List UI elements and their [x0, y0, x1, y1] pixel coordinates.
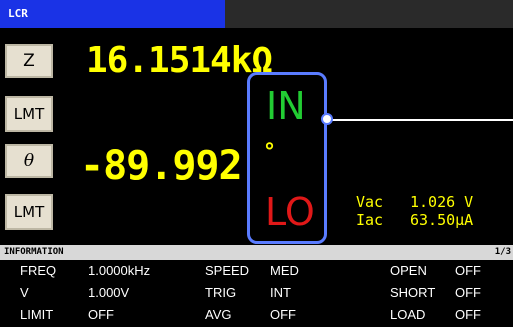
- param-z-button[interactable]: Z: [5, 44, 53, 78]
- information-page: 1/3: [494, 247, 511, 257]
- judgement-in: IN: [266, 84, 306, 128]
- info-short-label: SHORT: [390, 285, 436, 300]
- vac-value: 1.026 V: [410, 193, 474, 211]
- judgement-lo: LO: [265, 190, 315, 234]
- info-avg-label: AVG: [205, 307, 232, 322]
- info-v-label: V: [20, 285, 29, 300]
- screen-title: LCR: [0, 0, 225, 28]
- info-limit-value: OFF: [88, 307, 114, 322]
- info-limit-label: LIMIT: [20, 307, 54, 322]
- limit-1-button[interactable]: LMT: [5, 96, 53, 132]
- limit-2-button[interactable]: LMT: [5, 194, 53, 230]
- information-bar[interactable]: INFORMATION 1/3: [0, 245, 513, 260]
- info-avg-value: OFF: [270, 307, 296, 322]
- z-value: 16.1514kΩ: [86, 40, 273, 81]
- info-load-label: LOAD: [390, 307, 426, 322]
- info-load-value: OFF: [455, 307, 481, 322]
- theta-value: -89.992: [80, 143, 243, 189]
- degree-unit: °: [264, 140, 275, 165]
- information-label: INFORMATION: [4, 247, 64, 257]
- info-freq-value: 1.0000kHz: [88, 263, 151, 278]
- callout-dot: [321, 113, 333, 125]
- callout-line: [330, 119, 513, 121]
- title-bar: LCR: [0, 0, 513, 28]
- title-bar-fill: [225, 0, 513, 28]
- info-trig-value: INT: [270, 285, 291, 300]
- info-open-label: OPEN: [390, 263, 427, 278]
- info-v-value: 1.000V: [88, 285, 130, 300]
- info-trig-label: TRIG: [205, 285, 237, 300]
- info-speed-label: SPEED: [205, 263, 250, 278]
- info-freq-label: FREQ: [20, 263, 57, 278]
- vac-label: Vac: [356, 193, 384, 211]
- info-speed-value: MED: [270, 263, 299, 278]
- iac-value: 63.50μA: [410, 211, 474, 229]
- info-short-value: OFF: [455, 285, 481, 300]
- iac-label: Iac: [356, 211, 384, 229]
- info-open-value: OFF: [455, 263, 481, 278]
- param-theta-button[interactable]: θ: [5, 144, 53, 178]
